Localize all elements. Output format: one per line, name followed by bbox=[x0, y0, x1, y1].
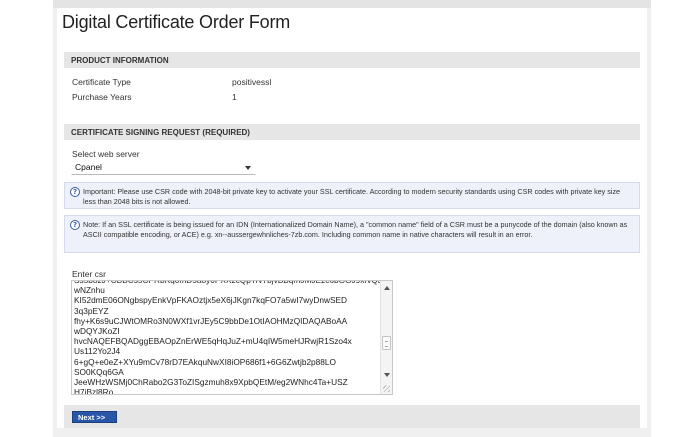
csr-textarea-content: Ss5b8zJ+CBBCs5CPRbKq0mD5a8y0PXXzcQpTrv7b… bbox=[74, 280, 389, 395]
scrollbar-thumb[interactable] bbox=[382, 336, 391, 350]
purchase-years-label: Purchase Years bbox=[72, 92, 132, 102]
idn-notice: ? Note: If an SSL certificate is being i… bbox=[64, 215, 640, 253]
purchase-years-value: 1 bbox=[232, 92, 237, 102]
csr-input-label: Enter csr bbox=[72, 269, 107, 279]
scroll-down-arrow-icon[interactable] bbox=[384, 373, 390, 377]
certificate-type-label: Certificate Type bbox=[72, 77, 131, 87]
form-footer: Next >> bbox=[64, 405, 640, 428]
top-bar bbox=[53, 0, 651, 8]
important-notice: ? Important: Please use CSR code with 20… bbox=[64, 182, 640, 209]
important-notice-text: Important: Please use CSR code with 2048… bbox=[83, 187, 621, 206]
csr-scrollbar[interactable] bbox=[380, 281, 392, 394]
page-title: Digital Certificate Order Form bbox=[62, 12, 291, 32]
web-server-select-value: Cpanel bbox=[75, 162, 102, 172]
resize-grip-icon[interactable] bbox=[383, 385, 390, 392]
web-server-select-label: Select web server bbox=[72, 149, 140, 159]
idn-notice-text: Note: If an SSL certificate is being iss… bbox=[83, 220, 628, 239]
next-button[interactable]: Next >> bbox=[72, 411, 117, 423]
certificate-type-value: positivessl bbox=[232, 77, 272, 87]
chevron-down-icon bbox=[245, 166, 251, 170]
product-information-header: PRODUCT INFORMATION bbox=[64, 52, 640, 68]
csr-section-header: CERTIFICATE SIGNING REQUEST (REQUIRED) bbox=[64, 124, 640, 140]
order-form: Digital Certificate Order Form PRODUCT I… bbox=[57, 8, 647, 428]
info-icon: ? bbox=[70, 220, 80, 230]
info-icon: ? bbox=[70, 187, 80, 197]
page-background: Digital Certificate Order Form PRODUCT I… bbox=[53, 0, 651, 437]
scroll-up-arrow-icon[interactable] bbox=[384, 286, 390, 290]
csr-textarea[interactable]: Ss5b8zJ+CBBCs5CPRbKq0mD5a8y0PXXzcQpTrv7b… bbox=[71, 280, 393, 395]
web-server-select[interactable]: Cpanel bbox=[71, 161, 256, 175]
